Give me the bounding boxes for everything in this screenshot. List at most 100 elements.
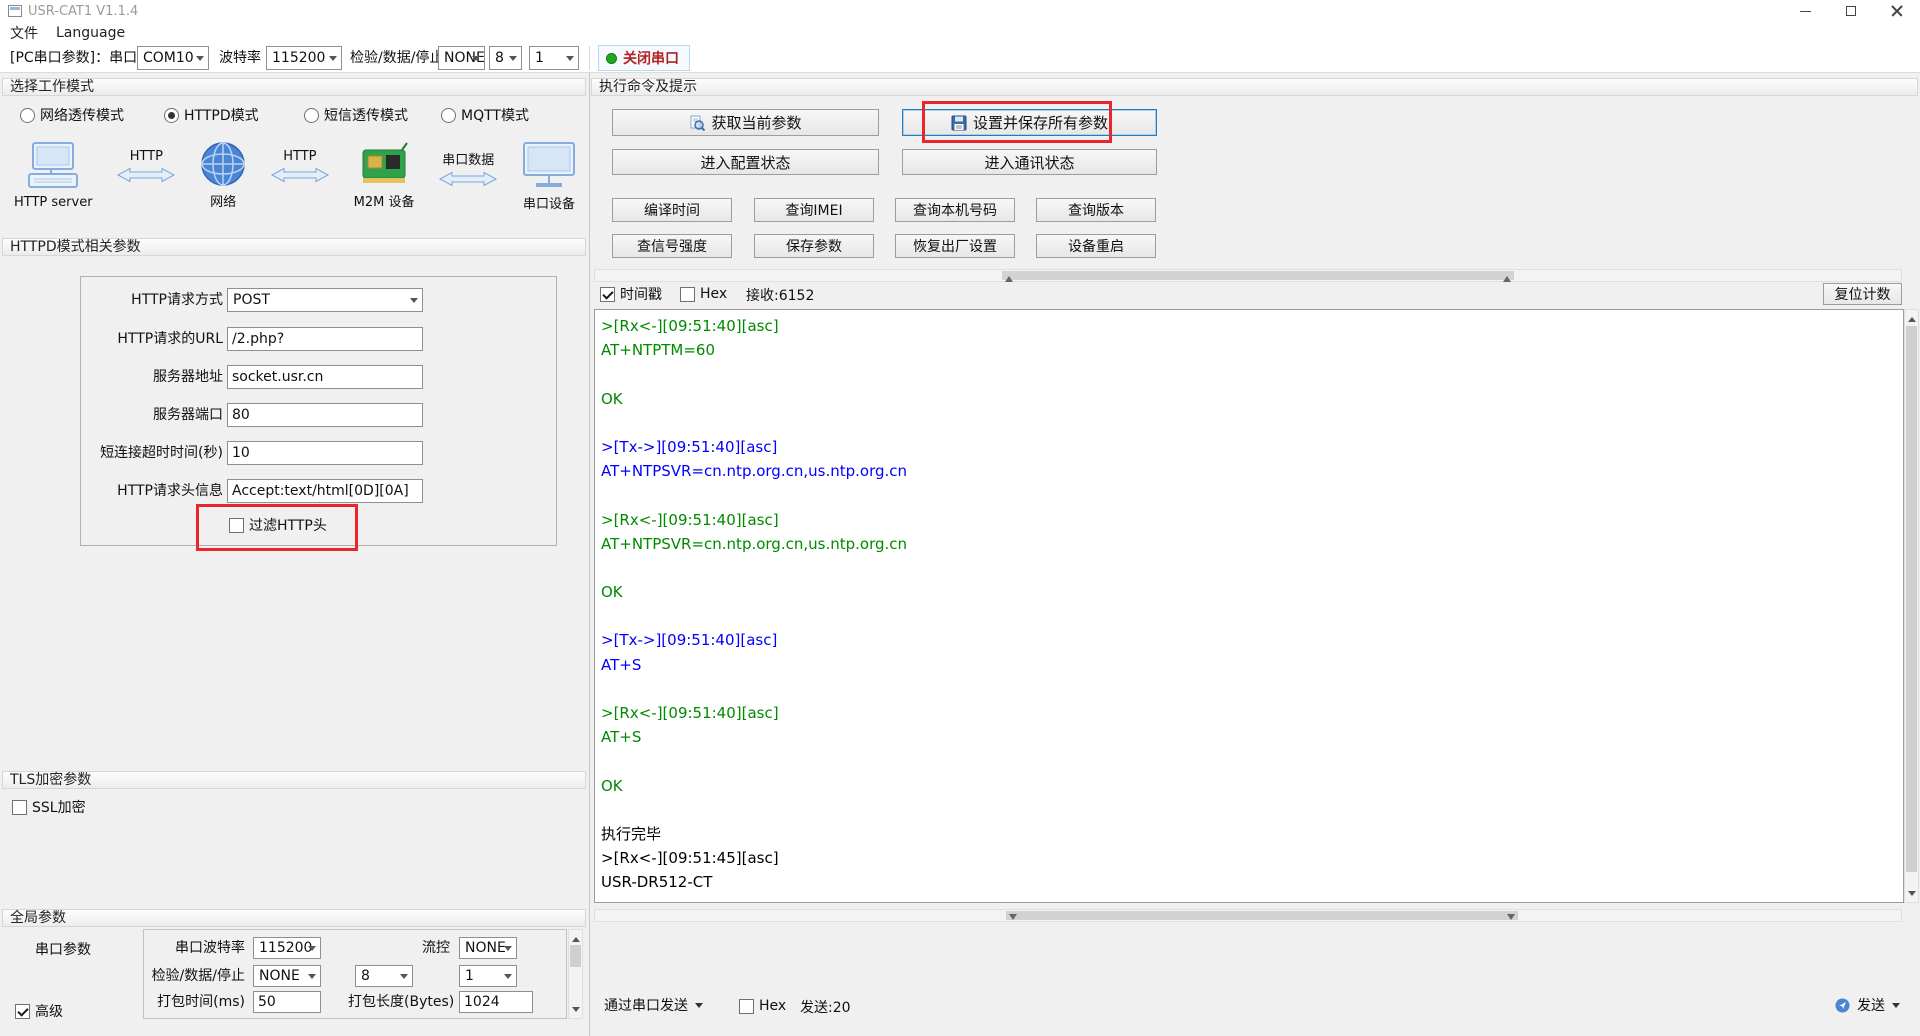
- toolbar-divider: [589, 46, 590, 70]
- scroll-up-icon[interactable]: [1905, 310, 1918, 324]
- set-save-all-button[interactable]: 设置并保存所有参数: [902, 109, 1157, 136]
- checkbox-icon: [739, 999, 754, 1014]
- chevron-down-icon: [504, 946, 512, 955]
- hex-recv-checkbox[interactable]: Hex: [680, 285, 727, 303]
- com-port-value: COM10: [143, 47, 194, 69]
- scroll-down-icon[interactable]: [1905, 888, 1918, 902]
- radio-label: 短信透传模式: [324, 105, 408, 125]
- server-address-input[interactable]: [227, 365, 423, 389]
- server-port-input[interactable]: [227, 403, 423, 427]
- databits-select[interactable]: 8: [489, 46, 522, 70]
- baud-select[interactable]: 115200: [266, 46, 342, 70]
- get-params-button[interactable]: 获取当前参数: [612, 109, 879, 136]
- advanced-checkbox[interactable]: 高级: [15, 1002, 63, 1020]
- chevron-down-icon: [329, 56, 337, 65]
- factory-reset-button[interactable]: 恢复出厂设置: [895, 234, 1015, 258]
- global-stopbits-select[interactable]: 1: [459, 965, 517, 987]
- radio-net-transparent-mode[interactable]: 网络透传模式: [20, 106, 124, 124]
- log-line: [601, 362, 1903, 386]
- ssl-encrypt-checkbox[interactable]: SSL加密: [12, 798, 86, 816]
- http-method-select[interactable]: POST: [227, 288, 423, 312]
- log-vscrollbar[interactable]: [1904, 309, 1919, 903]
- http-header-input[interactable]: [227, 479, 423, 503]
- log-line: [601, 556, 1903, 580]
- minimize-button[interactable]: [1782, 0, 1828, 22]
- diagram-link-label: HTTP: [130, 149, 163, 164]
- http-url-input[interactable]: [227, 327, 423, 351]
- computer-icon: [27, 141, 79, 191]
- query-signal-label: 查信号强度: [637, 236, 707, 256]
- radio-icon: [441, 108, 456, 123]
- log-line: >[Tx->][09:51:40][asc]: [601, 628, 1903, 652]
- diagram-link-serial-data: 串口数据: [414, 149, 522, 187]
- query-imei-button[interactable]: 查询IMEI: [754, 198, 874, 222]
- send-via-dropdown[interactable]: 通过串口发送: [600, 993, 707, 1017]
- filter-http-header-checkbox[interactable]: 过滤HTTP头: [229, 516, 327, 534]
- query-version-button[interactable]: 查询版本: [1036, 198, 1156, 222]
- close-port-button[interactable]: 关闭串口: [598, 45, 690, 71]
- global-params-scrollbar[interactable]: [568, 929, 583, 1019]
- reset-count-button[interactable]: 复位计数: [1823, 283, 1902, 305]
- pack-time-input[interactable]: [253, 991, 321, 1013]
- scroll-up-icon[interactable]: [569, 930, 582, 944]
- httpd-form: HTTP请求方式 POST HTTP请求的URL 服务器地址 服务器端口 短连接…: [80, 276, 557, 546]
- log-line: >[Rx<-][09:51:45][asc]: [601, 846, 1903, 870]
- global-baud-select[interactable]: 115200: [253, 937, 321, 959]
- log-line: [601, 749, 1903, 773]
- recv-count: 接收:6152: [746, 286, 814, 306]
- menu-language[interactable]: Language: [56, 25, 125, 41]
- log-line: [601, 677, 1903, 701]
- global-databits-select[interactable]: 8: [355, 965, 413, 987]
- enter-comm-button[interactable]: 进入通讯状态: [902, 149, 1157, 175]
- maximize-button[interactable]: [1828, 0, 1874, 22]
- scrollbar-thumb[interactable]: [1002, 271, 1514, 280]
- timestamp-checkbox[interactable]: 时间戳: [600, 285, 662, 303]
- com-port-select[interactable]: COM10: [137, 46, 209, 70]
- save-params-button[interactable]: 保存参数: [754, 234, 874, 258]
- hex-send-checkbox[interactable]: Hex: [739, 997, 786, 1015]
- radio-sms-transparent-mode[interactable]: 短信透传模式: [304, 106, 408, 124]
- short-conn-timeout-label: 短连接超时时间(秒): [81, 441, 223, 465]
- query-signal-button[interactable]: 查信号强度: [612, 234, 732, 258]
- diagram-link-http-1: HTTP: [93, 149, 201, 183]
- chevron-down-icon: [196, 56, 204, 65]
- radio-icon: [20, 108, 35, 123]
- checkbox-checked-icon: [600, 287, 615, 302]
- checkbox-icon: [12, 800, 27, 815]
- query-phone-number-button[interactable]: 查询本机号码: [895, 198, 1015, 222]
- m2m-module-icon: [359, 141, 409, 187]
- log-line: [601, 798, 1903, 822]
- log-area[interactable]: >[Rx<-][09:51:40][asc]AT+NTPTM=60 OK >[T…: [594, 309, 1904, 903]
- radio-mqtt-mode[interactable]: MQTT模式: [441, 106, 529, 124]
- close-button[interactable]: [1874, 0, 1920, 22]
- scrollbar-thumb[interactable]: [1906, 326, 1917, 872]
- radio-httpd-mode[interactable]: HTTPD模式: [164, 106, 259, 124]
- flow-control-select[interactable]: NONE: [459, 937, 517, 959]
- global-pds-label: 检验/数据/停止: [95, 965, 245, 987]
- scrollbar-thumb[interactable]: [1006, 911, 1518, 920]
- scroll-down-icon[interactable]: [569, 1004, 582, 1018]
- work-mode-title: 选择工作模式: [10, 79, 94, 95]
- stopbits-select[interactable]: 1: [529, 46, 579, 70]
- log-hscrollbar-bottom[interactable]: [594, 909, 1902, 922]
- scroll-collapse-icon: [1009, 914, 1017, 924]
- log-hscrollbar-top[interactable]: [594, 269, 1902, 282]
- global-parity-select[interactable]: NONE: [253, 965, 321, 987]
- get-params-label: 获取当前参数: [711, 112, 801, 133]
- log-line: [601, 483, 1903, 507]
- httpd-params-title: HTTPD模式相关参数: [10, 239, 141, 255]
- enter-config-button[interactable]: 进入配置状态: [612, 149, 879, 175]
- global-baud-label: 串口波特率: [95, 937, 245, 959]
- diagram-node-label: 网络: [210, 191, 236, 210]
- parity-select[interactable]: NONE: [438, 46, 485, 70]
- send-button[interactable]: 发送: [1831, 993, 1904, 1017]
- pack-length-input[interactable]: [459, 991, 533, 1013]
- command-panel-title: 执行命令及提示: [599, 79, 697, 95]
- device-restart-button[interactable]: 设备重启: [1036, 234, 1156, 258]
- menu-file[interactable]: 文件: [10, 23, 38, 43]
- serial-toolbar: [PC串口参数]：串口号 COM10 波特率 115200 检验/数据/停止 N…: [0, 44, 1920, 73]
- scrollbar-thumb[interactable]: [570, 945, 581, 967]
- short-conn-timeout-input[interactable]: [227, 441, 423, 465]
- serial-params-label: 串口参数: [35, 939, 91, 961]
- compile-time-button[interactable]: 编译时间: [612, 198, 732, 222]
